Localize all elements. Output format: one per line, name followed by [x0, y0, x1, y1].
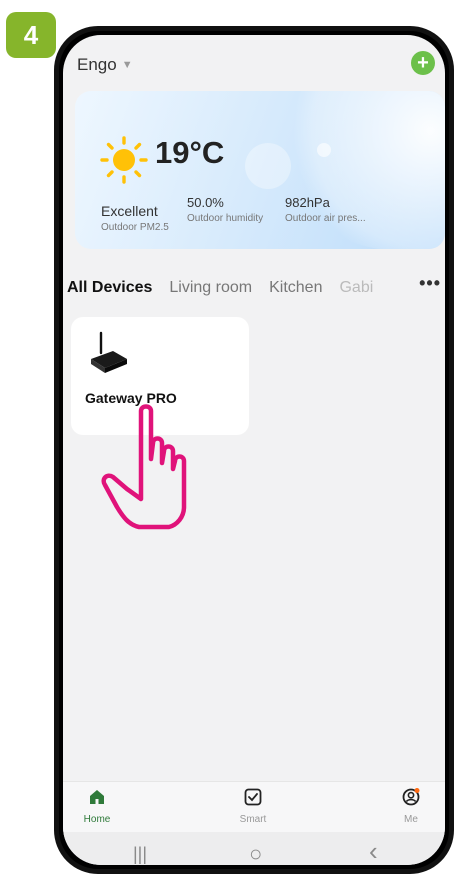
system-navigation-bar: ||| ○ ‹ [63, 832, 445, 865]
sun-icon [100, 136, 148, 184]
tab-all-devices[interactable]: All Devices [67, 279, 152, 297]
caret-down-icon: ▼ [121, 59, 133, 71]
stat-pm25: Excellent Outdoor PM2.5 [101, 203, 169, 233]
nav-home[interactable]: Home [67, 788, 127, 825]
stat-label: Outdoor PM2.5 [101, 222, 169, 233]
pointing-hand-icon [101, 404, 187, 530]
stat-humidity: 50.0% Outdoor humidity [187, 195, 263, 224]
nav-me[interactable]: Me [381, 788, 441, 825]
more-tabs-button[interactable]: ••• [415, 273, 441, 294]
system-back-button[interactable]: ‹ [369, 836, 378, 865]
stat-label: Outdoor air pres... [285, 213, 366, 224]
weather-card[interactable]: 19°C Excellent Outdoor PM2.5 50.0% Outdo… [75, 91, 445, 249]
stat-value: 50.0% [187, 195, 224, 210]
home-selector[interactable]: Engo ▼ [77, 55, 133, 75]
room-tabs: All Devices Living room Kitchen Gabi [67, 275, 445, 301]
stat-label: Outdoor humidity [187, 213, 264, 224]
temperature-value: 19°C [155, 135, 225, 170]
decorative-bubble [245, 143, 291, 189]
nav-smart[interactable]: Smart [223, 788, 283, 825]
stat-value: Excellent [101, 203, 158, 219]
phone-frame: Engo ▼ + 19°C Excellent Outdoor PM2.5 50… [54, 26, 454, 874]
nav-label: Home [83, 814, 111, 825]
decorative-bubble [317, 143, 331, 157]
profile-icon [402, 788, 420, 806]
gateway-router-icon [91, 331, 127, 373]
step-number-badge: 4 [6, 12, 56, 58]
recent-apps-button[interactable]: ||| [133, 844, 147, 865]
tab-gabi[interactable]: Gabi [339, 279, 373, 297]
bottom-navigation: Home Smart Me [63, 781, 445, 832]
home-name: Engo [77, 55, 117, 74]
home-icon [90, 790, 104, 804]
tab-living-room[interactable]: Living room [169, 279, 252, 297]
tab-kitchen[interactable]: Kitchen [269, 279, 322, 297]
nav-label: Smart [239, 814, 267, 825]
system-home-button[interactable]: ○ [249, 841, 262, 865]
plus-circle-icon[interactable]: + [411, 51, 435, 75]
checkbox-icon [244, 788, 262, 806]
nav-label: Me [404, 814, 418, 825]
decorative-bubble [275, 91, 445, 249]
stat-air-pressure: 982hPa Outdoor air pres... [285, 195, 366, 224]
app-screen: Engo ▼ + 19°C Excellent Outdoor PM2.5 50… [63, 35, 445, 865]
stat-value: 982hPa [285, 195, 330, 210]
